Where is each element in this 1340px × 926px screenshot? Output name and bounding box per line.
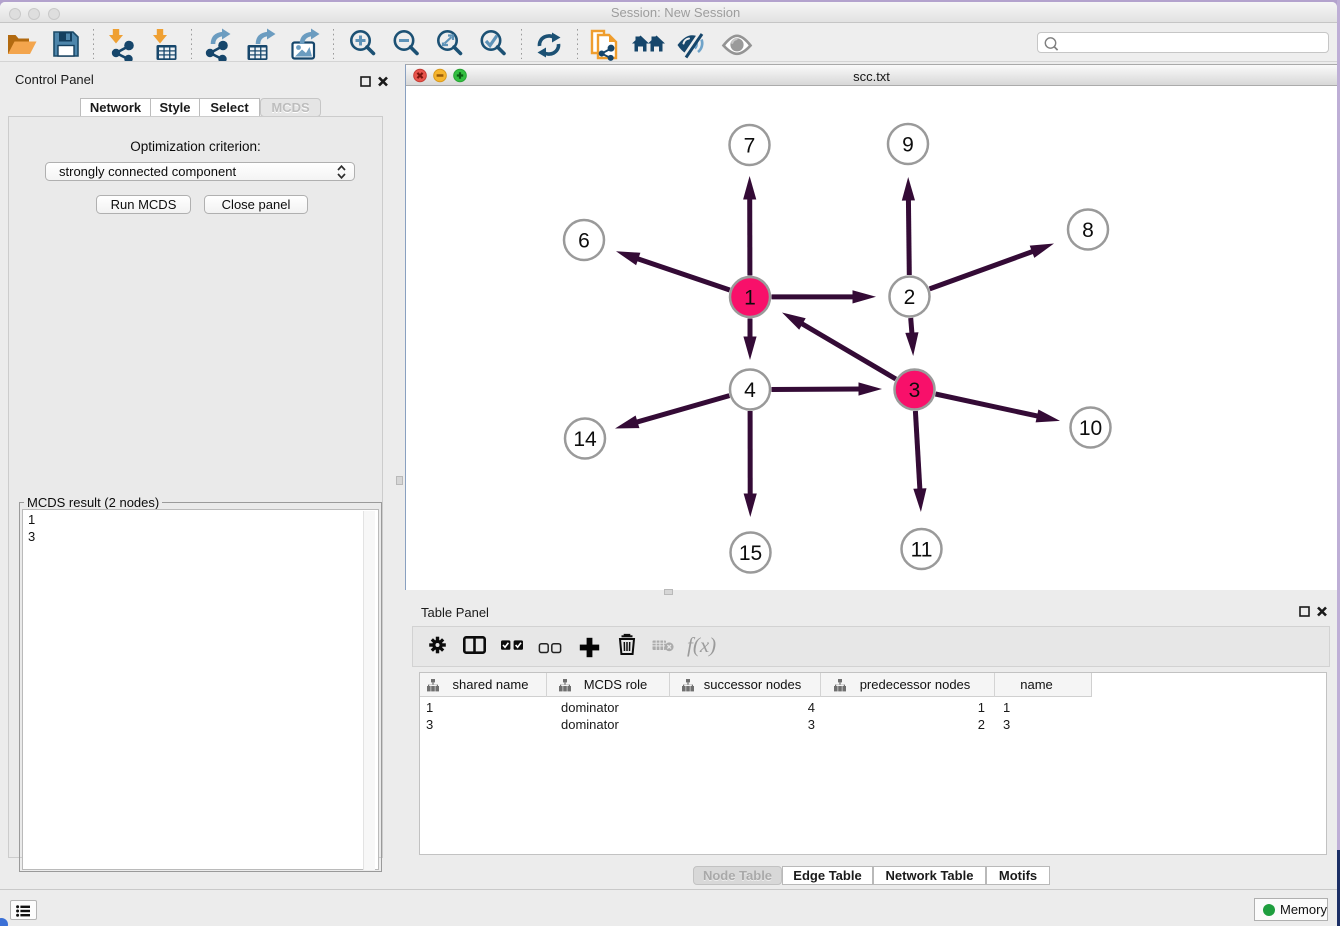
- svg-text:8: 8: [1082, 219, 1094, 242]
- svg-text:6: 6: [578, 230, 590, 253]
- svg-text:9: 9: [902, 134, 914, 157]
- svg-text:4: 4: [744, 379, 756, 402]
- svg-text:3: 3: [909, 379, 921, 402]
- svg-text:2: 2: [904, 286, 916, 309]
- svg-text:14: 14: [573, 428, 597, 451]
- svg-text:7: 7: [744, 135, 756, 158]
- svg-text:1: 1: [744, 287, 756, 310]
- svg-text:11: 11: [911, 539, 933, 562]
- svg-text:f(x): f(x): [687, 633, 716, 657]
- svg-text:15: 15: [739, 542, 762, 565]
- svg-text:10: 10: [1079, 417, 1102, 440]
